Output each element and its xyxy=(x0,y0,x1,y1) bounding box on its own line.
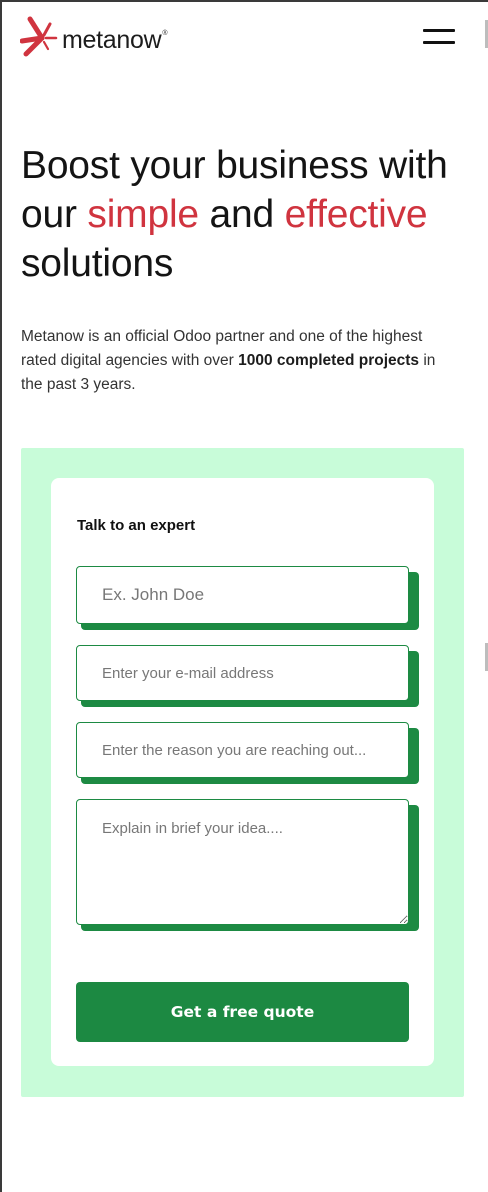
idea-textarea[interactable] xyxy=(76,799,409,925)
hero-line-2-prefix: our xyxy=(21,193,88,236)
contact-form-card: Talk to an expert Get a free quote xyxy=(51,478,434,1066)
contact-form-section: Talk to an expert Get a free quote xyxy=(21,448,464,1097)
hero-line-1: Boost your business with xyxy=(21,144,448,187)
menu-bar-bottom xyxy=(423,41,455,44)
hero-highlight-simple: simple xyxy=(87,193,199,236)
site-header: metanow® xyxy=(0,0,488,80)
intro-paragraph: Metanow is an official Odoo partner and … xyxy=(21,325,461,397)
hero-heading: Boost your business with our simple and … xyxy=(21,141,471,288)
window-left-border xyxy=(0,0,2,1192)
email-field-wrapper xyxy=(76,645,419,707)
name-input[interactable] xyxy=(76,566,409,624)
reason-input[interactable] xyxy=(76,722,409,778)
idea-field-wrapper xyxy=(76,799,419,931)
hamburger-menu-icon[interactable] xyxy=(423,29,455,47)
hero-line-3: solutions xyxy=(21,242,174,285)
email-input[interactable] xyxy=(76,645,409,701)
brand-logo[interactable]: metanow® xyxy=(20,16,167,58)
intro-bold-stat: 1000 completed projects xyxy=(238,352,420,369)
registered-mark: ® xyxy=(162,29,168,37)
hero-highlight-effective: effective xyxy=(284,193,428,236)
get-quote-button[interactable]: Get a free quote xyxy=(76,982,409,1042)
menu-bar-top xyxy=(423,29,455,32)
form-heading: Talk to an expert xyxy=(77,517,196,534)
hero-connector: and xyxy=(198,193,285,236)
brand-wordmark: metanow® xyxy=(62,25,168,54)
name-field-wrapper xyxy=(76,566,419,630)
metanow-spark-icon xyxy=(20,16,60,58)
reason-field-wrapper xyxy=(76,722,419,784)
